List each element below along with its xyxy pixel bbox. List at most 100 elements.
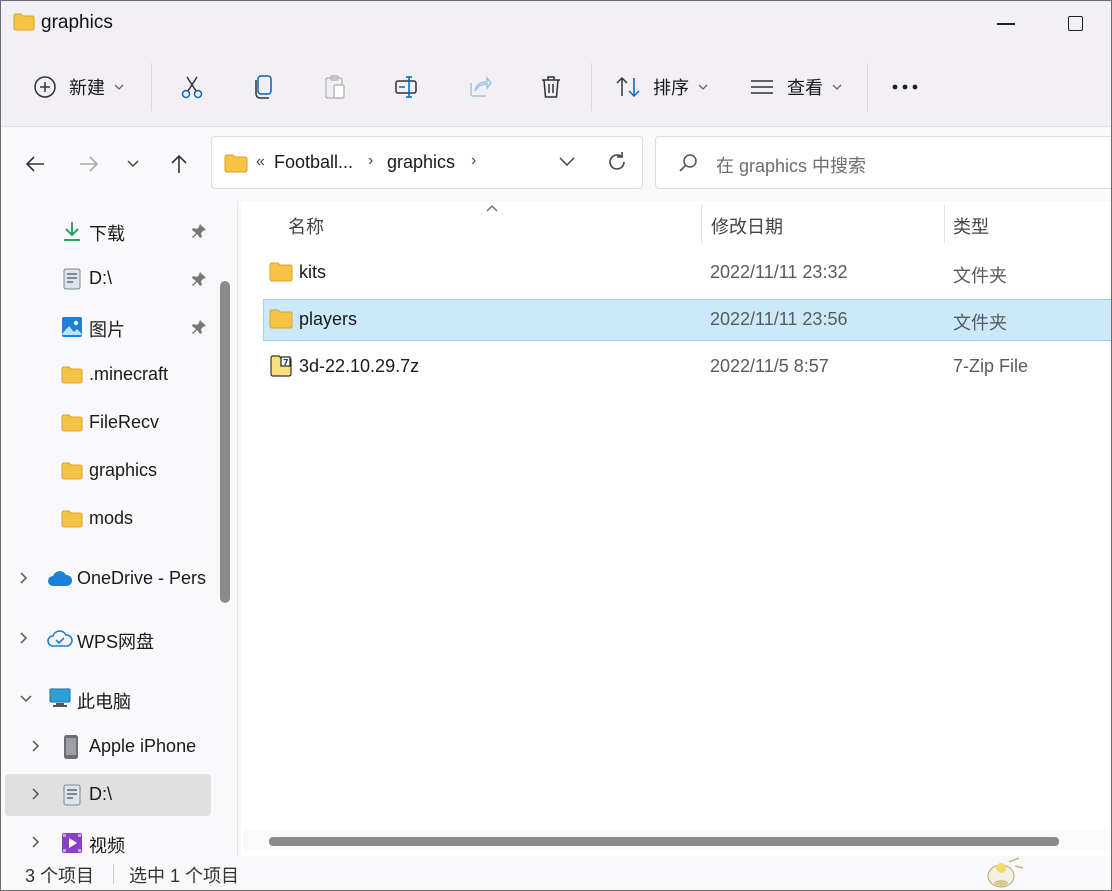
file-type: 文件夹: [953, 313, 1007, 333]
sidebar-item-onedrive[interactable]: OneDrive - Pers: [5, 558, 211, 600]
refresh-button[interactable]: [606, 150, 628, 179]
column-separator[interactable]: [701, 205, 702, 243]
breadcrumb-football[interactable]: Football...: [274, 152, 353, 173]
back-button[interactable]: [19, 148, 51, 180]
selection-count: 选中 1 个项目: [129, 866, 240, 886]
table-row-selected[interactable]: players 2022/11/11 23:56 文件夹: [263, 299, 1111, 341]
breadcrumb-separator[interactable]: ›: [368, 152, 373, 170]
sidebar-item-label: 图片: [89, 320, 125, 340]
folder-icon: [224, 154, 248, 178]
column-header-name[interactable]: 名称: [288, 213, 324, 239]
item-count: 3 个项目: [25, 866, 95, 886]
clipboard-icon: [325, 75, 345, 99]
copy-icon: [255, 75, 272, 99]
drive-icon: [63, 784, 81, 811]
new-button[interactable]: 新建: [33, 67, 125, 107]
sidebar-item-label: OneDrive - Pers: [77, 568, 207, 588]
sidebar-item-pictures[interactable]: 图片: [5, 306, 211, 348]
sidebar-item-label: FileRecv: [89, 412, 160, 432]
search-icon: [678, 153, 698, 178]
wps-cloud-icon: [47, 629, 73, 654]
sidebar-item-apple-iphone[interactable]: Apple iPhone: [5, 726, 211, 768]
sidebar-item-wps-cloud[interactable]: WPS网盘: [5, 618, 211, 660]
sidebar-item-graphics[interactable]: graphics: [5, 450, 211, 492]
recent-locations-button[interactable]: [117, 148, 149, 180]
pc-icon: [49, 688, 71, 713]
pane-divider[interactable]: [237, 201, 238, 856]
chevron-down-icon[interactable]: [19, 691, 33, 709]
cloud-icon: [47, 570, 73, 593]
file-date: 2022/11/11 23:56: [710, 309, 848, 329]
share-button[interactable]: [467, 67, 493, 107]
copy-button[interactable]: [253, 67, 275, 107]
up-button[interactable]: [163, 148, 195, 180]
sidebar-item-mods[interactable]: mods: [5, 498, 211, 540]
sidebar-item-drive-d[interactable]: D:\: [5, 258, 211, 300]
arrow-up-icon: [171, 154, 187, 173]
chevron-right-icon[interactable]: [19, 571, 29, 590]
folder-icon: [61, 414, 83, 437]
title-bar: graphics: [1, 1, 1111, 47]
share-icon: [470, 75, 492, 97]
delete-button[interactable]: [539, 67, 563, 107]
file-list: 名称 修改日期 类型 kits 2022/11/11 23:32 文件夹 pla…: [241, 201, 1111, 856]
file-name: players: [299, 309, 358, 329]
sidebar-item-label: Apple iPhone: [89, 736, 197, 756]
sidebar-item-drive-d-pc[interactable]: D:\: [5, 774, 211, 816]
phone-icon: [63, 734, 79, 765]
address-history-button[interactable]: [558, 155, 576, 173]
sidebar-item-label: D:\: [89, 784, 113, 804]
search-box[interactable]: 在 graphics 中搜索: [655, 136, 1111, 189]
plus-circle-icon: [34, 76, 56, 98]
wps-assistant-icon[interactable]: [979, 856, 1025, 890]
forward-button[interactable]: [73, 148, 105, 180]
video-icon: [61, 832, 83, 856]
file-name: kits: [299, 262, 326, 282]
breadcrumb-separator[interactable]: ›: [471, 152, 476, 170]
toolbar-separator: [591, 63, 592, 111]
column-separator[interactable]: [944, 205, 945, 243]
rename-button[interactable]: [393, 67, 421, 107]
sidebar-item-minecraft[interactable]: .minecraft: [5, 354, 211, 396]
archive-icon: 7: [269, 354, 293, 383]
chevron-right-icon[interactable]: [31, 787, 41, 806]
overflow-crumb[interactable]: «: [256, 153, 265, 171]
chevron-down-icon: [698, 84, 708, 90]
breadcrumb-graphics[interactable]: graphics: [387, 152, 455, 173]
arrow-right-icon: [80, 156, 99, 172]
cut-button[interactable]: [179, 67, 205, 107]
chevron-right-icon[interactable]: [31, 835, 41, 854]
sidebar-item-filerecv[interactable]: FileRecv: [5, 402, 211, 444]
sidebar-item-videos[interactable]: 视频: [5, 822, 211, 856]
paste-button[interactable]: [323, 67, 347, 107]
table-row[interactable]: kits 2022/11/11 23:32 文件夹: [263, 252, 1111, 294]
sidebar-item-label: WPS网盘: [77, 632, 155, 652]
file-type: 文件夹: [953, 266, 1007, 286]
horizontal-scrollbar[interactable]: [243, 829, 1111, 851]
chevron-right-icon[interactable]: [31, 739, 41, 758]
file-date: 2022/11/5 8:57: [710, 356, 829, 376]
search-placeholder: 在 graphics 中搜索: [716, 156, 867, 176]
column-header-date[interactable]: 修改日期: [711, 213, 783, 239]
horizontal-scrollbar-thumb[interactable]: [269, 837, 1059, 846]
table-row[interactable]: 7 3d-22.10.29.7z 2022/11/5 8:57 7-Zip Fi…: [263, 346, 1111, 388]
sidebar-item-downloads[interactable]: 下载: [5, 210, 211, 252]
rename-icon: [395, 76, 417, 98]
pictures-icon: [61, 316, 83, 343]
sidebar-item-this-pc[interactable]: 此电脑: [5, 678, 211, 720]
address-bar[interactable]: « Football... › graphics ›: [211, 136, 643, 189]
more-button[interactable]: [891, 67, 919, 107]
folder-icon: [13, 13, 35, 31]
sort-button[interactable]: 排序: [615, 67, 709, 107]
column-header-type[interactable]: 类型: [953, 213, 989, 239]
maximize-button[interactable]: [1068, 16, 1083, 31]
toolbar-separator: [151, 63, 152, 111]
file-date: 2022/11/11 23:32: [710, 262, 848, 282]
view-button[interactable]: 查看: [749, 67, 843, 107]
minimize-button[interactable]: [997, 23, 1015, 25]
folder-icon: [61, 462, 83, 485]
folder-icon: [61, 366, 83, 389]
chevron-right-icon[interactable]: [19, 631, 29, 650]
sidebar-scrollbar[interactable]: [220, 281, 230, 603]
arrow-left-icon: [25, 156, 44, 172]
